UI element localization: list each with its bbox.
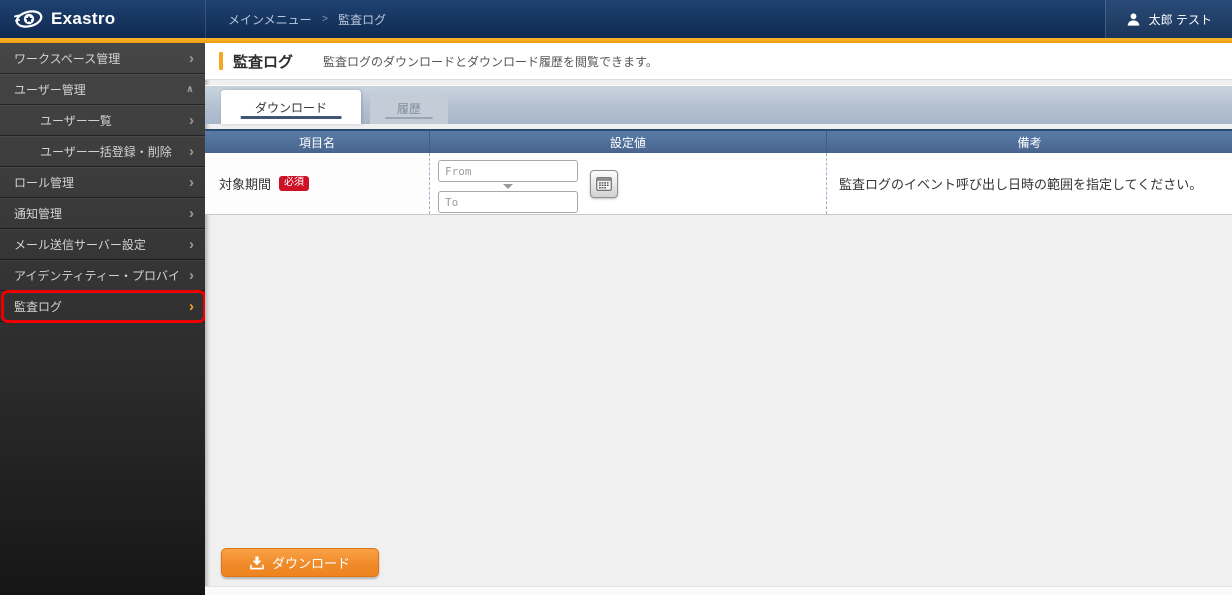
table-header-row: 項目名 設定値 備考 [205, 129, 1232, 153]
download-button[interactable]: ダウンロード [221, 548, 379, 577]
chevron-right-icon: › [189, 113, 194, 128]
exastro-logo-icon [13, 8, 43, 30]
chevron-right-icon: › [189, 175, 194, 190]
remark-text: 監査ログのイベント呼び出し日時の範囲を指定してください。 [839, 174, 1202, 193]
date-range-group [438, 160, 578, 213]
sidebar-item-notification-management[interactable]: 通知管理 › [0, 198, 205, 229]
breadcrumb: メインメニュー > 監査ログ [206, 11, 386, 28]
sidebar-item-role-management[interactable]: ロール管理 › [0, 167, 205, 198]
sidebar-item-workspace-management[interactable]: ワークスペース管理 › [0, 43, 205, 74]
sidebar-item-identity-provider[interactable]: アイデンティティー・プロバイダー › [0, 260, 205, 291]
tab-underline [241, 116, 342, 119]
tab-underline [385, 117, 433, 119]
page-description: 監査ログのダウンロードとダウンロード履歴を閲覧できます。 [323, 53, 658, 70]
tab-label: ダウンロード [255, 99, 327, 116]
page-header: 監査ログ 監査ログのダウンロードとダウンロード履歴を閲覧できます。 [205, 43, 1232, 80]
breadcrumb-separator: > [322, 13, 328, 25]
tab-bar: ダウンロード 履歴 [205, 85, 1232, 124]
range-arrow-icon [503, 184, 513, 189]
sidebar-item-label: ユーザー一括登録・削除 [40, 143, 172, 160]
remark-cell: 監査ログのイベント呼び出し日時の範囲を指定してください。 [827, 153, 1232, 214]
calendar-button[interactable] [590, 170, 618, 198]
chevron-right-icon: › [189, 144, 194, 159]
tab-download[interactable]: ダウンロード [221, 90, 361, 124]
chevron-up-icon: ∧ [186, 85, 194, 95]
tab-history[interactable]: 履歴 [370, 93, 448, 124]
breadcrumb-item-main-menu[interactable]: メインメニュー [228, 11, 312, 28]
sidebar-item-label: 通知管理 [14, 205, 62, 222]
column-header-setting-value: 設定値 [430, 131, 827, 153]
settings-table: 項目名 設定値 備考 対象期間 必須 [205, 129, 1232, 215]
from-date-input[interactable] [438, 160, 578, 182]
user-menu[interactable]: 太郎 テスト [1105, 0, 1232, 38]
sidebar-item-user-list[interactable]: ユーザー一覧 › [0, 105, 205, 136]
user-icon [1126, 12, 1141, 27]
user-name: 太郎 テスト [1149, 11, 1212, 28]
sidebar-item-user-management[interactable]: ユーザー管理 ∧ [0, 74, 205, 105]
chevron-right-icon: › [189, 299, 194, 314]
sidebar-item-label: 監査ログ [14, 298, 62, 315]
setting-value-cell [430, 153, 827, 214]
item-name-cell: 対象期間 必須 [205, 153, 430, 214]
sidebar-item-mail-server-settings[interactable]: メール送信サーバー設定 › [0, 229, 205, 260]
sidebar-item-label: ワークスペース管理 [14, 50, 120, 67]
download-icon [250, 556, 264, 570]
top-header: Exastro メインメニュー > 監査ログ 太郎 テスト [0, 0, 1232, 38]
chevron-right-icon: › [189, 51, 194, 66]
calendar-icon [596, 176, 612, 191]
footer-strip [205, 586, 1232, 595]
breadcrumb-item-audit-log[interactable]: 監査ログ [338, 11, 386, 28]
sidebar-item-label: ユーザー一覧 [40, 112, 112, 129]
chevron-right-icon: › [189, 268, 194, 283]
sidebar: ワークスペース管理 › ユーザー管理 ∧ ユーザー一覧 › ユーザー一括登録・削… [0, 43, 205, 595]
app-window: Exastro メインメニュー > 監査ログ 太郎 テスト ワークスペース管理 … [0, 0, 1232, 595]
page-title: 監査ログ [233, 51, 293, 72]
main-content: 監査ログ 監査ログのダウンロードとダウンロード履歴を閲覧できます。 ダウンロード… [205, 43, 1232, 595]
logo[interactable]: Exastro [0, 0, 205, 38]
sidebar-item-label: ロール管理 [14, 174, 74, 191]
tab-label: 履歴 [397, 100, 421, 117]
column-header-item-name: 項目名 [205, 131, 430, 153]
chevron-right-icon: › [189, 206, 194, 221]
logo-text: Exastro [51, 9, 115, 29]
required-badge: 必須 [279, 176, 309, 191]
chevron-right-icon: › [189, 237, 194, 252]
download-button-label: ダウンロード [272, 553, 350, 572]
field-label: 対象期間 [219, 174, 271, 193]
column-header-remark: 備考 [827, 131, 1232, 153]
sidebar-item-audit-log[interactable]: 監査ログ › [0, 291, 205, 322]
sidebar-item-label: メール送信サーバー設定 [14, 236, 146, 253]
sidebar-item-label: アイデンティティー・プロバイダー [14, 267, 179, 284]
to-date-input[interactable] [438, 191, 578, 213]
sidebar-item-user-bulk-register-delete[interactable]: ユーザー一括登録・削除 › [0, 136, 205, 167]
sidebar-item-label: ユーザー管理 [14, 81, 86, 98]
title-accent-bar [219, 52, 223, 70]
table-row: 対象期間 必須 [205, 153, 1232, 215]
